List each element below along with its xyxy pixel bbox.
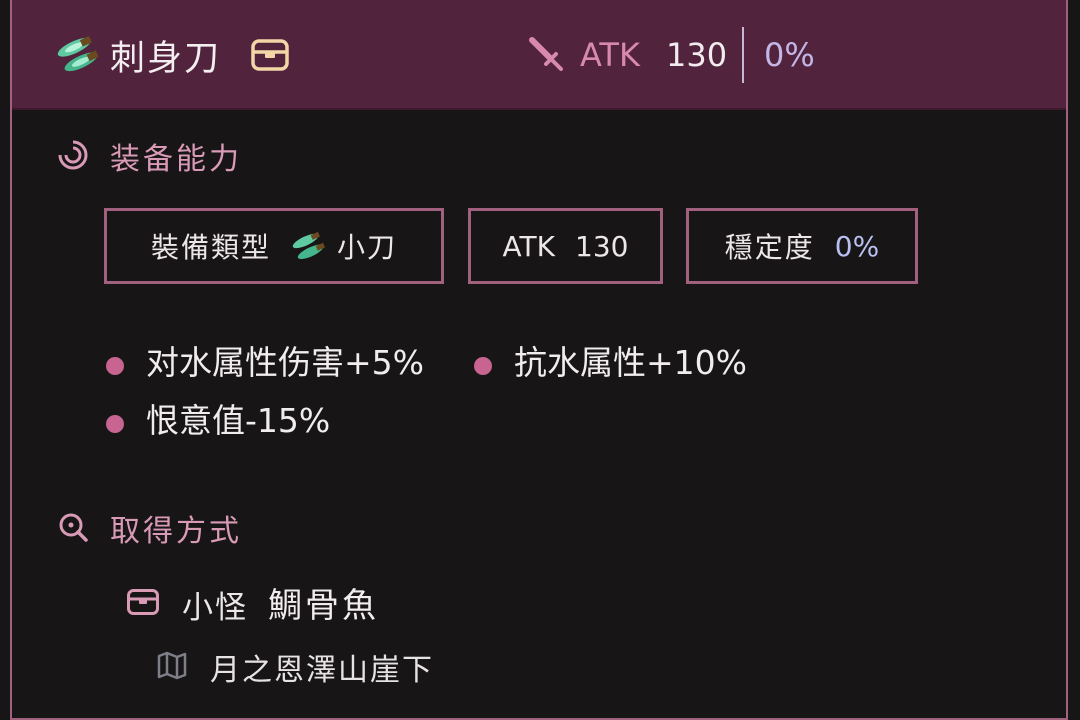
obtain-section-title: 取得方式 bbox=[110, 514, 242, 549]
knife-icon bbox=[292, 231, 326, 260]
source-monster-link[interactable]: 鯛骨魚 bbox=[268, 578, 379, 627]
sword-icon bbox=[529, 37, 563, 71]
stability-chip: 穩定度 0% bbox=[686, 208, 918, 284]
atk-chip: ATK 130 bbox=[468, 208, 663, 284]
equip-section-title: 装备能力 bbox=[110, 142, 242, 177]
item-name: 刺身刀 bbox=[110, 39, 222, 79]
source-location: 月之恩澤山崖下 bbox=[210, 653, 434, 688]
stability-chip-value: 0% bbox=[834, 229, 880, 263]
chest-icon bbox=[127, 589, 159, 615]
header-stability-value: 0% bbox=[764, 36, 815, 74]
item-card: 刺身刀 ATK 130 0% 装备能力 裝備類型 小刀 ATK 130 穩定度 … bbox=[10, 0, 1068, 720]
effect-item: 对水属性伤害+5% bbox=[146, 343, 425, 382]
effect-bullet bbox=[106, 415, 124, 433]
weapon-type-value: 小刀 bbox=[337, 231, 398, 264]
source-type: 小怪 bbox=[182, 590, 248, 626]
item-header: 刺身刀 ATK 130 0% bbox=[12, 0, 1066, 110]
effect-bullet bbox=[106, 357, 124, 375]
effect-item: 抗水属性+10% bbox=[514, 343, 747, 382]
knife-icon bbox=[57, 36, 99, 72]
header-atk-label: ATK bbox=[580, 36, 640, 74]
search-icon bbox=[59, 513, 88, 542]
header-atk-value: 130 bbox=[666, 36, 728, 74]
weapon-type-chip: 裝備類型 小刀 bbox=[104, 208, 444, 284]
swirl-icon bbox=[58, 140, 88, 170]
header-divider bbox=[742, 27, 744, 83]
chest-icon[interactable] bbox=[250, 38, 290, 72]
atk-chip-value: 130 bbox=[575, 229, 629, 263]
atk-chip-label: ATK bbox=[502, 229, 555, 263]
effect-item: 恨意值-15% bbox=[146, 401, 331, 440]
effect-bullet bbox=[474, 357, 492, 375]
map-icon bbox=[157, 651, 187, 680]
weapon-type-label: 裝備類型 bbox=[150, 231, 271, 264]
stability-chip-label: 穩定度 bbox=[724, 231, 815, 264]
